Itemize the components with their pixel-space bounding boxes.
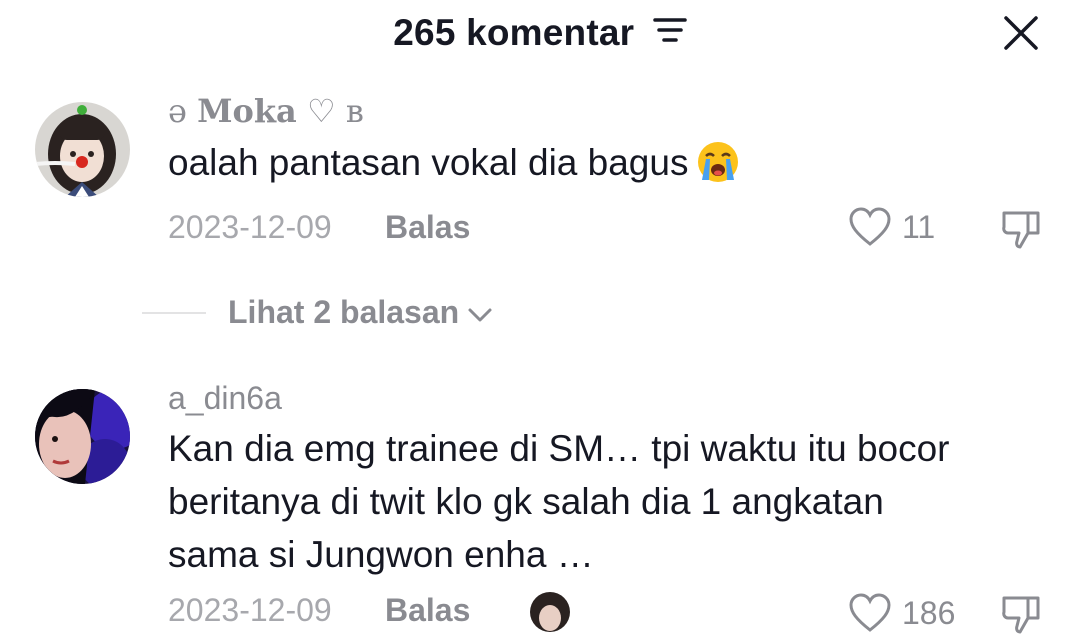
- heart-icon: [849, 207, 891, 246]
- view-replies-button[interactable]: Lihat 2 balasan: [142, 294, 493, 331]
- loudly-crying-face-icon: [698, 142, 739, 182]
- comment-date: 2023-12-09: [168, 592, 332, 628]
- comments-header: 265 komentar: [0, 0, 1080, 68]
- comment-username[interactable]: ə Moka ♡ ʙ: [168, 92, 364, 130]
- username-suffix: ♡ ʙ: [306, 92, 364, 130]
- close-button[interactable]: [1000, 12, 1042, 54]
- avatar[interactable]: [35, 389, 130, 484]
- like-button[interactable]: 186: [848, 592, 955, 634]
- comment-text-line: beritanya di twit klo gk salah dia 1 ang…: [168, 481, 884, 522]
- thumbs-down-icon: [1002, 211, 1040, 249]
- comment-text-line: Kan dia emg trainee di SM… tpi waktu itu…: [168, 428, 950, 469]
- username-prefix: ə: [168, 92, 187, 130]
- comment-text: oalah pantasan vokal dia bagus: [168, 136, 1058, 189]
- username-name: Moka: [197, 92, 297, 130]
- like-count: 11: [902, 208, 936, 245]
- avatar[interactable]: [35, 102, 130, 197]
- reply-button[interactable]: Balas: [385, 209, 470, 246]
- comment-text-body: oalah pantasan vokal dia bagus: [168, 142, 689, 183]
- comments-count-title: 265 komentar: [393, 12, 635, 53]
- close-icon: [1004, 16, 1038, 50]
- comment-date: 2023-12-09: [168, 209, 332, 245]
- like-count: 186: [902, 594, 956, 631]
- heart-icon: [849, 593, 891, 632]
- chevron-down-icon: [468, 308, 492, 321]
- comments-title-row: 265 komentar: [0, 12, 1080, 54]
- thumbs-down-icon: [1002, 596, 1040, 634]
- dislike-button[interactable]: [1000, 592, 1044, 641]
- sort-icon[interactable]: [652, 11, 687, 53]
- reply-button[interactable]: Balas: [385, 592, 470, 629]
- creator-avatar: [530, 592, 570, 632]
- view-replies-label: Lihat 2 balasan: [228, 294, 460, 330]
- comment-username[interactable]: a_din6a: [168, 380, 282, 417]
- comment-text-line: sama si Jungwon enha …: [168, 534, 594, 575]
- comment-text: Kan dia emg trainee di SM… tpi waktu itu…: [168, 422, 1058, 581]
- divider-line: [142, 311, 206, 314]
- dislike-button[interactable]: [1000, 207, 1044, 256]
- like-button[interactable]: 11: [848, 206, 935, 248]
